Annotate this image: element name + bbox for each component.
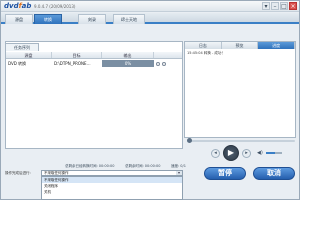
chevron-down-icon[interactable]: ▾ [176, 171, 182, 175]
after-done-value: 不采取任何操作 [44, 171, 69, 175]
task-row-actions [154, 60, 182, 67]
cancel-button[interactable]: 取消 [253, 167, 295, 180]
col-output: 输出 [102, 52, 154, 58]
settings-icon[interactable]: ▾ [262, 2, 270, 10]
app-window: dvdfab 9.0.4.7 (20/09/2013) ▾ – □ × 源盘 转… [0, 0, 300, 200]
volume-slider[interactable] [265, 152, 282, 154]
skip-back-icon[interactable]: ◂ [211, 148, 220, 158]
task-table-header: 源盘 目标 输出 [6, 52, 182, 59]
speed: 速度: 0/1 [171, 164, 186, 168]
remaining-time: 总剩余时间: 00:00:00 [125, 164, 161, 168]
info-panel-tabs: 日志 预览 进度 [185, 42, 296, 49]
after-done-dropdown: 不采取任何操作 关闭程序 关机 [41, 176, 183, 200]
pause-button[interactable]: 暂停 [204, 167, 246, 180]
col-actions [154, 52, 182, 58]
settings-icon[interactable] [162, 61, 166, 66]
dropdown-option[interactable]: 关机 [42, 189, 182, 195]
col-source: 源盘 [6, 52, 52, 58]
task-source: DVD 转换 [8, 61, 27, 66]
tab-burn[interactable]: 刻录 [78, 14, 106, 24]
skip-forward-icon[interactable]: ▸ [242, 148, 251, 158]
seek-bar[interactable] [187, 140, 295, 142]
table-row[interactable]: DVD 转换 D:\DTPN_PRONE… 0% [6, 60, 182, 67]
log-line: 15:45:04 转换 - 成功！ [187, 51, 225, 55]
task-queue-label: 任务序列 [5, 43, 39, 51]
task-progress: 0% [102, 60, 154, 67]
app-version: 9.0.4.7 (20/09/2013) [34, 4, 76, 9]
elapsed-time: 总剩余已经转换时间: 00:00:00 [65, 164, 115, 168]
player-controls: ◂ ▶ ▸ ◀) [211, 145, 282, 161]
play-icon[interactable]: ▶ [223, 145, 239, 161]
tab-progress[interactable]: 进度 [258, 42, 296, 49]
tab-source[interactable]: 源盘 [5, 14, 33, 24]
tab-convert[interactable]: 转换 [34, 14, 62, 24]
tab-dvdfab-world[interactable]: 缔士天地 [113, 14, 145, 24]
refresh-icon[interactable] [156, 61, 160, 66]
window-controls: ▾ – □ × [262, 2, 297, 10]
tab-log[interactable]: 日志 [185, 42, 222, 49]
main-tabs: 源盘 转换 刻录 缔士天地 [1, 13, 299, 24]
task-target: D:\DTPN_PRONE… [54, 61, 91, 66]
tab-preview[interactable]: 预览 [221, 42, 259, 49]
title-bar: dvdfab 9.0.4.7 (20/09/2013) ▾ – □ × [1, 1, 299, 12]
close-icon[interactable]: × [289, 2, 297, 10]
after-done-label: 操作完成后进行: [5, 171, 31, 175]
col-target: 目标 [52, 52, 102, 58]
seek-handle[interactable] [187, 138, 192, 143]
app-logo: dvdfab [4, 2, 32, 10]
minimize-icon[interactable]: – [271, 2, 279, 10]
maximize-icon[interactable]: □ [280, 2, 288, 10]
speaker-icon[interactable]: ◀) [257, 150, 263, 156]
